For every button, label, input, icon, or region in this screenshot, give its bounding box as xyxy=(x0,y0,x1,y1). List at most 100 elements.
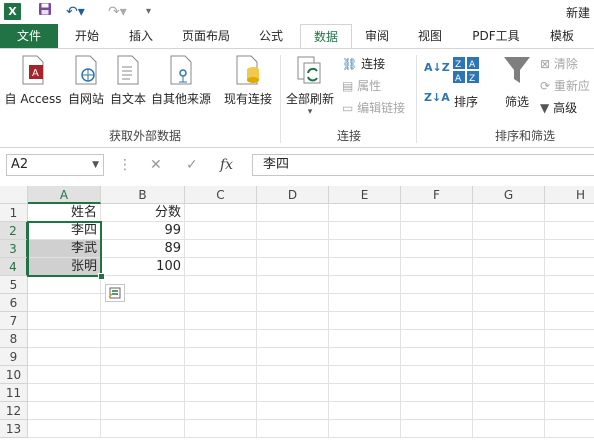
empty-cell[interactable] xyxy=(257,366,329,384)
column-header-b[interactable]: B xyxy=(101,186,185,204)
empty-cell[interactable] xyxy=(545,240,594,258)
customize-qat-icon[interactable]: ▾ xyxy=(146,2,151,22)
empty-cell[interactable] xyxy=(329,366,401,384)
empty-cell[interactable] xyxy=(185,276,257,294)
empty-cell[interactable] xyxy=(185,294,257,312)
edit-links-button[interactable]: ▭ 编辑链接 xyxy=(342,99,405,117)
column-header-g[interactable]: G xyxy=(473,186,545,204)
empty-cell[interactable] xyxy=(185,384,257,402)
row-header-2[interactable]: 2 xyxy=(0,222,28,240)
tab-pdf-tools[interactable]: PDF工具 xyxy=(460,24,532,48)
cell-a3[interactable]: 李武 xyxy=(28,240,101,258)
filter-button[interactable]: 筛选 xyxy=(500,55,534,110)
empty-cell[interactable] xyxy=(473,402,545,420)
empty-cell[interactable] xyxy=(473,258,545,276)
empty-cell[interactable] xyxy=(257,348,329,366)
empty-cell[interactable] xyxy=(101,330,185,348)
column-header-d[interactable]: D xyxy=(257,186,329,204)
empty-cell[interactable] xyxy=(401,294,473,312)
empty-cell[interactable] xyxy=(185,222,257,240)
empty-cell[interactable] xyxy=(473,384,545,402)
empty-cell[interactable] xyxy=(401,348,473,366)
advanced-button[interactable]: ▼ 高级 xyxy=(540,99,577,117)
empty-cell[interactable] xyxy=(401,204,473,222)
save-icon[interactable] xyxy=(38,2,52,22)
column-header-e[interactable]: E xyxy=(329,186,401,204)
cell-b4[interactable]: 100 xyxy=(101,258,185,276)
row-header-9[interactable]: 9 xyxy=(0,348,28,366)
empty-cell[interactable] xyxy=(473,312,545,330)
enter-icon[interactable]: ✓ xyxy=(186,154,198,176)
empty-cell[interactable] xyxy=(401,240,473,258)
empty-cell[interactable] xyxy=(545,348,594,366)
empty-cell[interactable] xyxy=(185,240,257,258)
row-header-12[interactable]: 12 xyxy=(0,402,28,420)
empty-cell[interactable] xyxy=(329,420,401,438)
tab-file[interactable]: 文件 xyxy=(0,24,58,48)
tab-home[interactable]: 开始 xyxy=(62,24,112,48)
empty-cell[interactable] xyxy=(101,348,185,366)
refresh-all-button[interactable]: 全部刷新 ▾ xyxy=(284,55,336,117)
empty-cell[interactable] xyxy=(329,240,401,258)
worksheet-grid[interactable]: A B C D E F G H 1 2 3 4 5 6 7 8 9 10 11 12 13 姓名 分数 … xyxy=(0,186,594,445)
cell-a4[interactable]: 张明 xyxy=(28,258,101,276)
cell-b1[interactable]: 分数 xyxy=(101,204,185,222)
tab-insert[interactable]: 插入 xyxy=(116,24,166,48)
column-header-f[interactable]: F xyxy=(401,186,473,204)
row-header-10[interactable]: 10 xyxy=(0,366,28,384)
empty-cell[interactable] xyxy=(257,276,329,294)
empty-cell[interactable] xyxy=(257,312,329,330)
empty-cell[interactable] xyxy=(545,402,594,420)
empty-cell[interactable] xyxy=(545,384,594,402)
empty-cell[interactable] xyxy=(401,258,473,276)
empty-cell[interactable] xyxy=(257,402,329,420)
tab-data[interactable]: 数据 xyxy=(300,24,352,50)
empty-cell[interactable] xyxy=(28,348,101,366)
empty-cell[interactable] xyxy=(28,276,101,294)
empty-cell[interactable] xyxy=(185,312,257,330)
from-other-sources-button[interactable]: 自其他来源 xyxy=(148,55,214,107)
empty-cell[interactable] xyxy=(401,330,473,348)
empty-cell[interactable] xyxy=(545,420,594,438)
empty-cell[interactable] xyxy=(257,258,329,276)
sort-ascending-button[interactable]: A↓Z xyxy=(424,59,450,77)
empty-cell[interactable] xyxy=(401,384,473,402)
column-header-c[interactable]: C xyxy=(185,186,257,204)
empty-cell[interactable] xyxy=(28,330,101,348)
sort-descending-button[interactable]: Z↓A xyxy=(424,89,450,107)
empty-cell[interactable] xyxy=(28,312,101,330)
empty-cell[interactable] xyxy=(101,402,185,420)
row-header-11[interactable]: 11 xyxy=(0,384,28,402)
empty-cell[interactable] xyxy=(545,222,594,240)
empty-cell[interactable] xyxy=(545,330,594,348)
tab-templates[interactable]: 模板 xyxy=(538,24,586,48)
empty-cell[interactable] xyxy=(473,330,545,348)
empty-cell[interactable] xyxy=(329,222,401,240)
from-text-button[interactable]: 自文本 xyxy=(106,55,150,107)
empty-cell[interactable] xyxy=(329,312,401,330)
empty-cell[interactable] xyxy=(257,240,329,258)
empty-cell[interactable] xyxy=(329,330,401,348)
insert-function-icon[interactable]: fx xyxy=(220,154,233,176)
empty-cell[interactable] xyxy=(185,402,257,420)
empty-cell[interactable] xyxy=(101,366,185,384)
empty-cell[interactable] xyxy=(473,240,545,258)
tab-view[interactable]: 视图 xyxy=(406,24,454,48)
empty-cell[interactable] xyxy=(257,420,329,438)
formula-input[interactable]: 李四 xyxy=(252,154,594,176)
empty-cell[interactable] xyxy=(401,402,473,420)
row-header-5[interactable]: 5 xyxy=(0,276,28,294)
tab-page-layout[interactable]: 页面布局 xyxy=(170,24,242,48)
undo-icon[interactable]: ↶▾ xyxy=(66,2,85,22)
empty-cell[interactable] xyxy=(545,366,594,384)
row-header-13[interactable]: 13 xyxy=(0,420,28,438)
empty-cell[interactable] xyxy=(473,222,545,240)
existing-connections-button[interactable]: 现有连接 xyxy=(220,55,276,107)
empty-cell[interactable] xyxy=(185,330,257,348)
empty-cell[interactable] xyxy=(401,222,473,240)
empty-cell[interactable] xyxy=(257,330,329,348)
empty-cell[interactable] xyxy=(28,420,101,438)
empty-cell[interactable] xyxy=(329,294,401,312)
cell-a2[interactable]: 李四 xyxy=(28,222,101,240)
empty-cell[interactable] xyxy=(473,348,545,366)
